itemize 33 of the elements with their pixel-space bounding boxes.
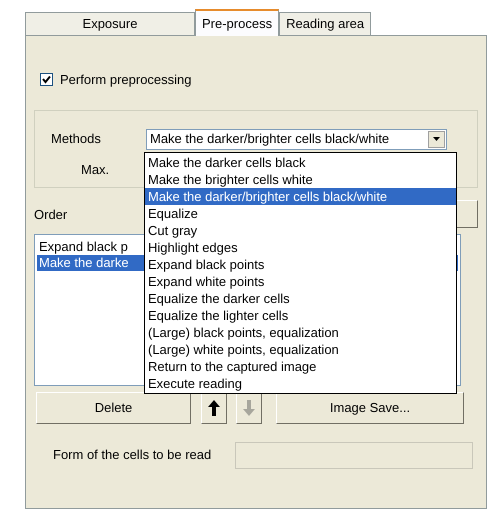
checkbox[interactable] bbox=[40, 73, 53, 86]
delete-button[interactable]: Delete bbox=[36, 392, 191, 424]
form-label: Form of the cells to be read bbox=[53, 446, 212, 464]
dropdown-option[interactable]: Equalize bbox=[145, 205, 456, 222]
dropdown-option[interactable]: Equalize the lighter cells bbox=[145, 307, 456, 324]
dropdown-option[interactable]: Make the darker cells black bbox=[145, 154, 456, 171]
dropdown-option[interactable]: Execute reading bbox=[145, 375, 456, 392]
down-arrow-icon bbox=[243, 400, 255, 416]
tab[interactable]: Exposure bbox=[25, 12, 195, 35]
tab[interactable]: Reading area bbox=[279, 12, 372, 35]
methods-dropdown[interactable]: Make the darker/brighter cells black/white bbox=[146, 128, 447, 150]
dropdown-value: Make the darker/brighter cells black/white bbox=[150, 130, 390, 148]
dropdown-option[interactable]: (Large) white points, equalization bbox=[145, 341, 456, 358]
dropdown-option[interactable]: Make the darker/brighter cells black/white bbox=[145, 188, 456, 205]
image-save-button[interactable]: Image Save... bbox=[276, 392, 464, 424]
move-up-button[interactable] bbox=[201, 392, 227, 424]
dropdown-option[interactable]: Equalize the darker cells bbox=[145, 290, 456, 307]
form-field[interactable] bbox=[235, 442, 473, 468]
methods-label: Methods bbox=[51, 130, 102, 148]
dropdown-option[interactable]: Cut gray bbox=[145, 222, 456, 239]
max-label: Max. bbox=[81, 160, 110, 178]
tab[interactable]: Pre-process bbox=[195, 9, 280, 36]
dropdown-option[interactable]: Expand black points bbox=[145, 256, 456, 273]
order-label: Order bbox=[34, 206, 68, 224]
checkbox-label: Perform preprocessing bbox=[60, 71, 192, 89]
check-icon bbox=[42, 75, 51, 84]
dropdown-option[interactable]: Highlight edges bbox=[145, 239, 456, 256]
dropdown-option[interactable]: Make the brighter cells white bbox=[145, 171, 456, 188]
dropdown-caret-icon[interactable] bbox=[428, 130, 445, 148]
dropdown-option[interactable]: (Large) black points, equalization bbox=[145, 324, 456, 341]
dropdown-option[interactable]: Return to the captured image bbox=[145, 358, 456, 375]
dropdown-option[interactable]: Expand white points bbox=[145, 273, 456, 290]
up-arrow-icon bbox=[208, 400, 220, 416]
